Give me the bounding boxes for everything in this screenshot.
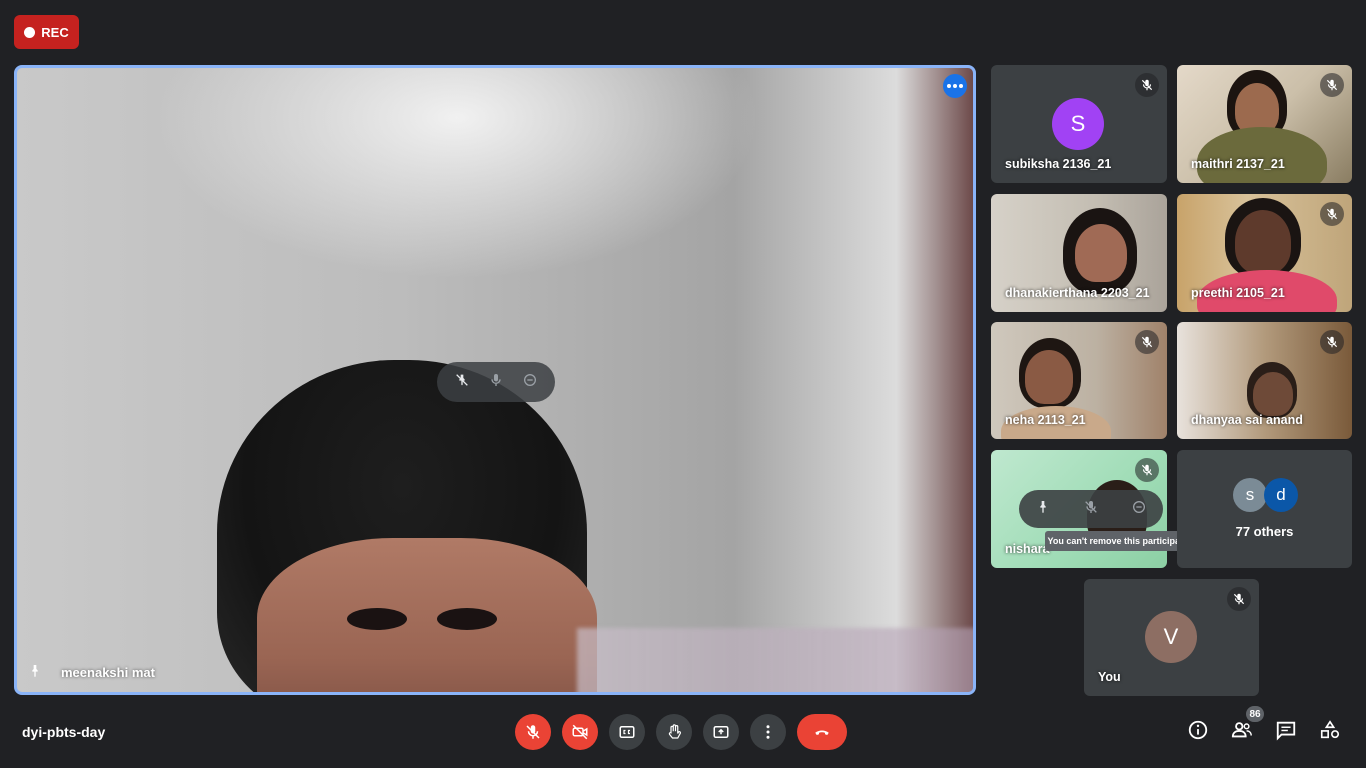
meeting-details-button[interactable] xyxy=(1186,718,1210,742)
activities-icon xyxy=(1320,720,1340,739)
mic-off-icon xyxy=(1135,73,1159,97)
participant-name: You xyxy=(1098,670,1121,684)
avatar: V xyxy=(1145,611,1197,663)
video-subject-eye xyxy=(437,608,497,630)
participant-name: preethi 2105_21 xyxy=(1191,286,1285,300)
participant-name: nishara xyxy=(1005,542,1050,556)
avatar: S xyxy=(1052,98,1104,150)
mic-off-icon xyxy=(1227,587,1251,611)
mic-off-icon xyxy=(1135,458,1159,482)
video-subject-face xyxy=(1253,372,1293,416)
people-count-badge: 86 xyxy=(1246,706,1264,722)
participant-name: dhanyaa sai anand xyxy=(1191,413,1303,427)
mic-off-icon xyxy=(1320,202,1344,226)
people-icon xyxy=(1231,722,1252,738)
others-count: 77 others xyxy=(1235,524,1294,539)
raise-hand-button[interactable] xyxy=(656,714,692,750)
video-subject-body xyxy=(1197,127,1327,183)
record-dot-icon xyxy=(24,26,36,38)
end-call-icon xyxy=(815,730,829,735)
main-video-tile[interactable]: meenakshi mat xyxy=(14,65,976,695)
info-icon xyxy=(1188,720,1208,740)
mic-off-icon xyxy=(1320,330,1344,354)
mic-off-icon xyxy=(1320,73,1344,97)
mic-off-icon xyxy=(526,725,540,739)
end-call-button[interactable] xyxy=(797,714,847,750)
tile-more-options-button[interactable] xyxy=(943,74,967,98)
chat-button[interactable] xyxy=(1274,718,1298,742)
participant-name: maithri 2137_21 xyxy=(1191,157,1285,171)
avatar: s xyxy=(1233,478,1267,512)
video-subject-face xyxy=(257,538,597,692)
present-icon xyxy=(713,726,729,738)
video-subject-face xyxy=(1025,350,1073,404)
more-icon xyxy=(766,725,770,739)
unpin-icon[interactable] xyxy=(450,372,474,393)
participant-tile[interactable]: maithri 2137_21 xyxy=(1177,65,1352,183)
mic-off-icon xyxy=(1135,330,1159,354)
people-button[interactable]: 86 xyxy=(1230,706,1264,742)
self-tile[interactable]: V You xyxy=(1084,579,1259,696)
activities-button[interactable] xyxy=(1318,718,1342,742)
call-controls xyxy=(515,714,847,750)
recording-badge[interactable]: REC xyxy=(14,15,79,49)
avatar: d xyxy=(1264,478,1298,512)
participant-tile[interactable]: dhanyaa sai anand xyxy=(1177,322,1352,439)
chat-icon xyxy=(1276,721,1296,741)
mic-icon[interactable] xyxy=(484,372,508,393)
video-subject-face xyxy=(1075,224,1127,282)
participant-name: meenakshi mat xyxy=(61,665,155,680)
pin-icon[interactable] xyxy=(1035,499,1051,519)
camera-toggle-button[interactable] xyxy=(562,714,598,750)
remove-tooltip: You can't remove this participant xyxy=(1045,531,1191,551)
participant-name: subiksha 2136_21 xyxy=(1005,157,1112,171)
captions-button[interactable] xyxy=(609,714,645,750)
mic-toggle-button[interactable] xyxy=(515,714,551,750)
meeting-code: dyi-pbts-day xyxy=(22,724,106,740)
pin-icon xyxy=(27,663,43,682)
participant-tile[interactable]: preethi 2105_21 xyxy=(1177,194,1352,312)
camera-off-icon xyxy=(572,724,588,740)
remove-icon[interactable] xyxy=(1131,499,1147,519)
present-button[interactable] xyxy=(703,714,739,750)
participant-tile[interactable]: neha 2113_21 xyxy=(991,322,1167,439)
participant-tile[interactable]: S subiksha 2136_21 xyxy=(991,65,1167,183)
participant-tile[interactable]: dhanakierthana 2203_21 xyxy=(991,194,1167,312)
side-panel-controls: 86 xyxy=(1186,706,1342,742)
main-participant-name: meenakshi mat xyxy=(27,663,155,682)
captions-icon xyxy=(619,726,635,738)
others-tile[interactable]: s d 77 others xyxy=(1177,450,1352,568)
tile-hover-actions xyxy=(1019,490,1163,528)
video-subject-eye xyxy=(347,608,407,630)
tile-hover-actions xyxy=(437,362,555,402)
participant-name: neha 2113_21 xyxy=(1005,413,1086,427)
mic-off-icon[interactable] xyxy=(1083,499,1099,519)
raise-hand-icon xyxy=(668,724,681,739)
remove-icon[interactable] xyxy=(518,372,542,393)
recording-label: REC xyxy=(41,24,69,40)
video-background xyxy=(577,628,973,692)
more-options-button[interactable] xyxy=(750,714,786,750)
video-subject-face xyxy=(1235,210,1291,274)
participant-name: dhanakierthana 2203_21 xyxy=(1005,286,1150,300)
